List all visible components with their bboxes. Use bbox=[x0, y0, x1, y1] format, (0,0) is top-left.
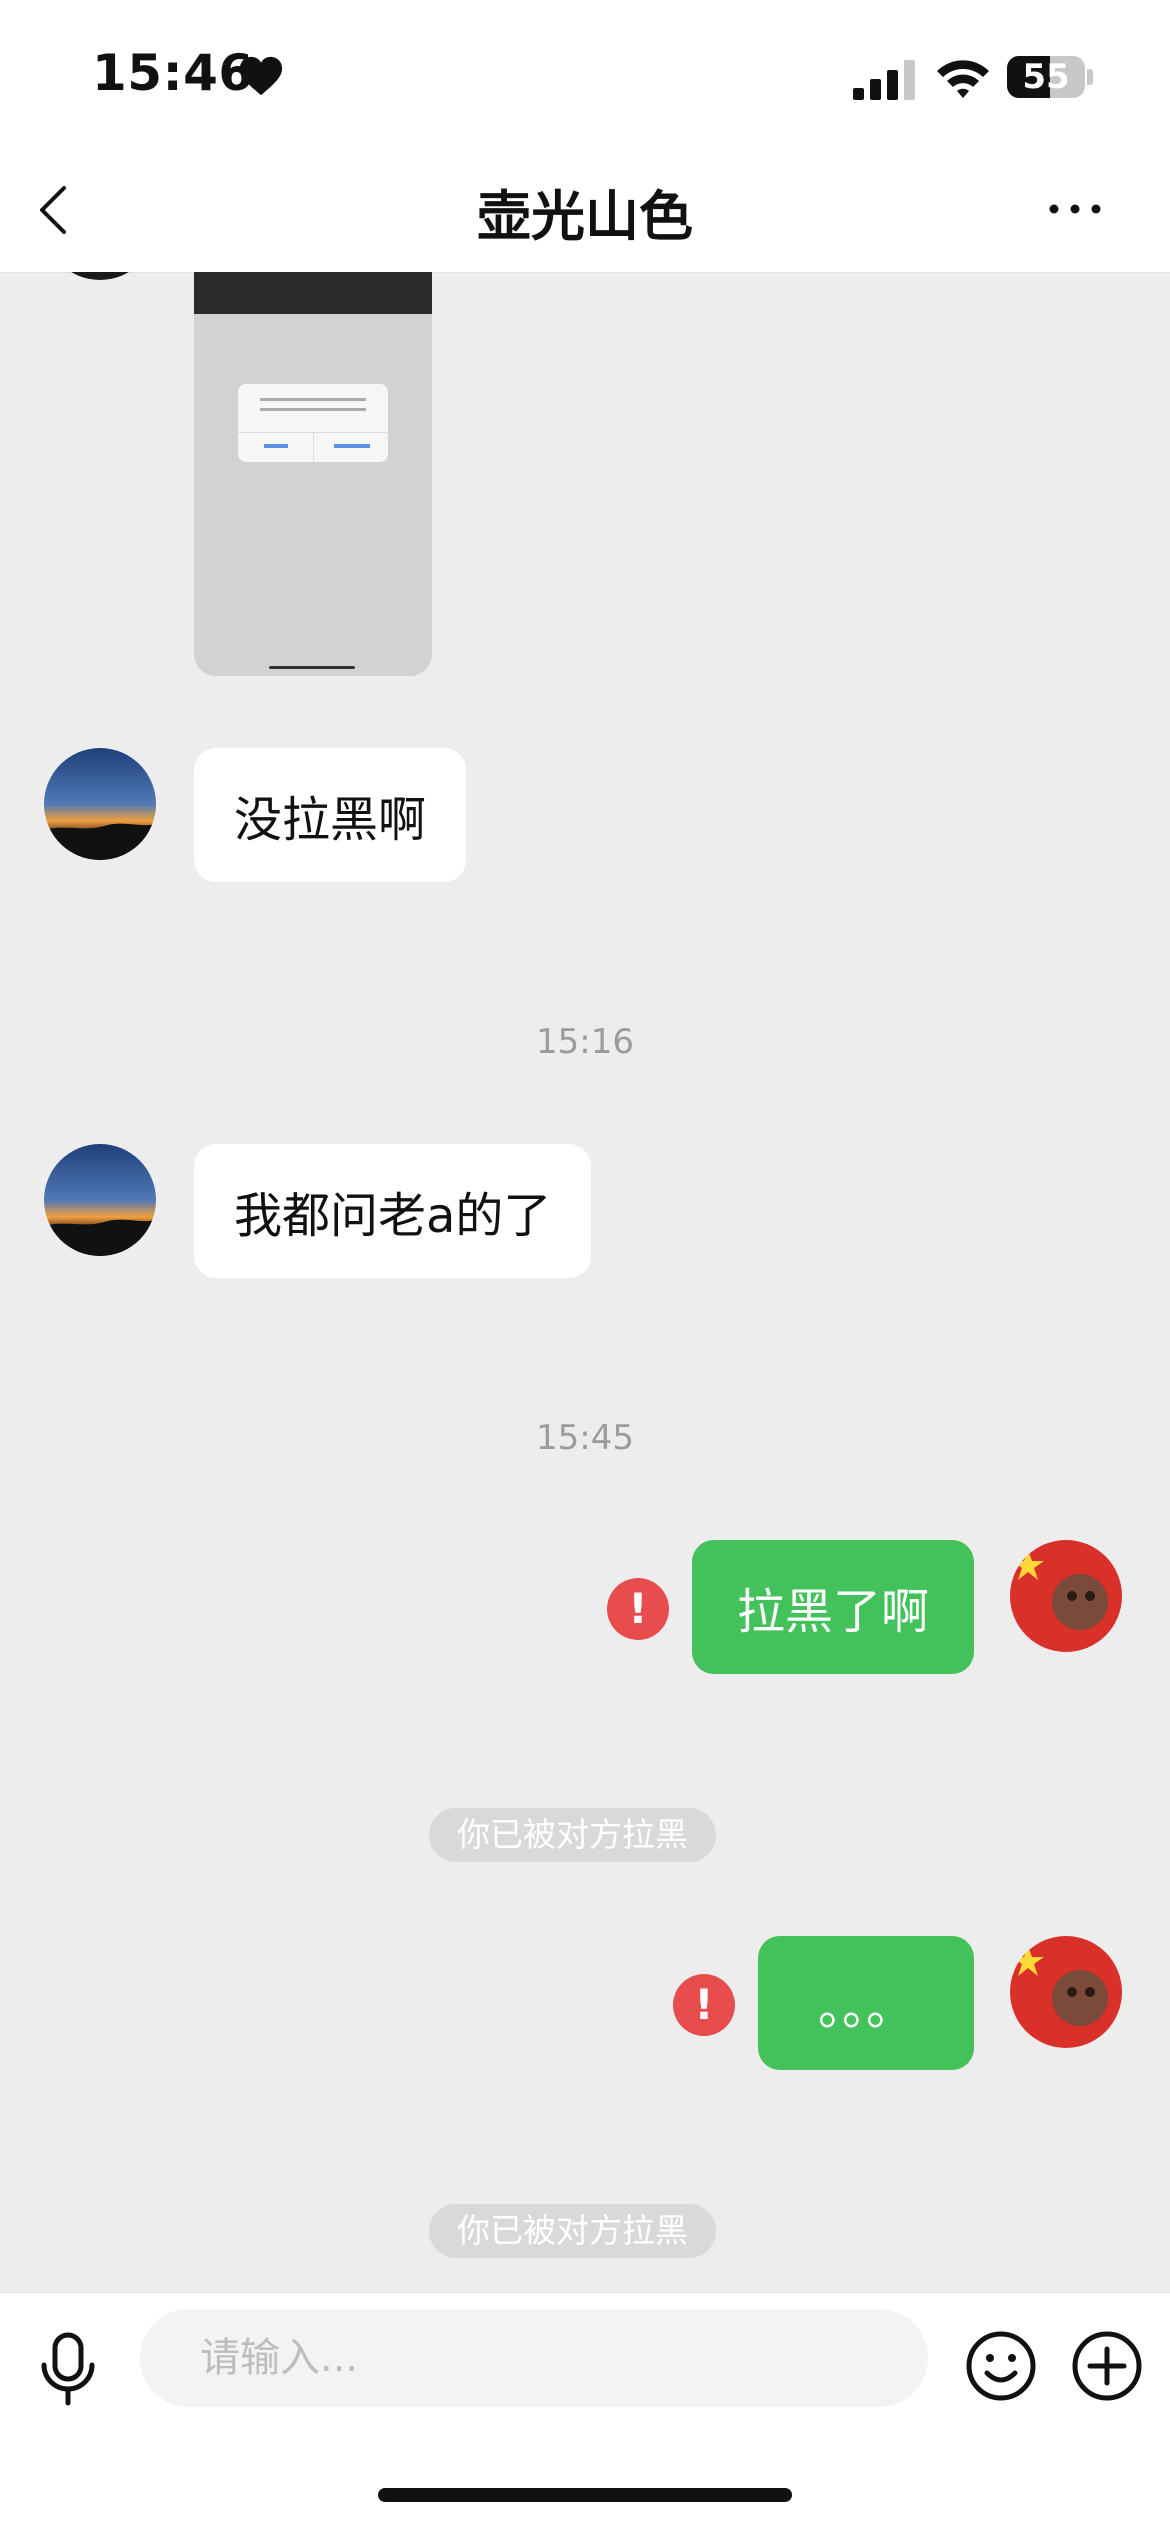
system-notice: 你已被对方拉黑 bbox=[429, 1808, 716, 1862]
chat-area[interactable]: 没拉黑啊 15:16 我都问老a的了 15:45 ! 拉黑了啊 你已被对方拉黑 … bbox=[0, 272, 1170, 2292]
system-notice: 你已被对方拉黑 bbox=[429, 2204, 716, 2258]
more-icon[interactable] bbox=[1040, 184, 1110, 234]
contact-avatar[interactable] bbox=[44, 1144, 156, 1256]
flag-avatar-image bbox=[1010, 1936, 1122, 2048]
my-avatar[interactable] bbox=[1010, 1540, 1122, 1652]
plus-icon[interactable] bbox=[1070, 2329, 1144, 2403]
message-input[interactable] bbox=[140, 2309, 928, 2407]
timestamp: 15:16 bbox=[536, 1022, 634, 1062]
timestamp: 15:45 bbox=[536, 1418, 634, 1458]
signal-icon bbox=[853, 60, 915, 100]
status-time: 15:46 bbox=[92, 44, 254, 102]
battery-icon: 55 bbox=[1007, 56, 1093, 98]
error-icon[interactable]: ! bbox=[607, 1578, 669, 1640]
page-title: 壶光山色 bbox=[477, 185, 693, 248]
microphone-icon[interactable] bbox=[36, 2329, 100, 2409]
error-icon[interactable]: ! bbox=[673, 1974, 735, 2036]
contact-avatar[interactable] bbox=[44, 272, 156, 280]
message-bubble-sent[interactable]: 。。。 bbox=[758, 1936, 974, 2070]
battery-percent: 55 bbox=[1022, 57, 1070, 97]
flag-avatar-image bbox=[1010, 1540, 1122, 1652]
heart-icon bbox=[239, 56, 283, 96]
message-bubble-sent[interactable]: 拉黑了啊 bbox=[692, 1540, 974, 1674]
wifi-icon bbox=[937, 60, 989, 98]
my-avatar[interactable] bbox=[1010, 1936, 1122, 2048]
nav-bar: 壶光山色 bbox=[0, 150, 1170, 273]
back-icon[interactable] bbox=[30, 178, 90, 242]
image-message[interactable] bbox=[194, 272, 432, 676]
contact-avatar[interactable] bbox=[44, 748, 156, 860]
sunset-avatar-image bbox=[44, 1144, 156, 1256]
status-bar: 15:46 55 bbox=[0, 0, 1170, 150]
message-bubble[interactable]: 我都问老a的了 bbox=[194, 1144, 592, 1278]
home-indicator[interactable] bbox=[378, 2488, 792, 2502]
emoji-icon[interactable] bbox=[964, 2329, 1038, 2403]
message-bubble[interactable]: 没拉黑啊 bbox=[194, 748, 467, 882]
sunset-avatar-image bbox=[44, 748, 156, 860]
